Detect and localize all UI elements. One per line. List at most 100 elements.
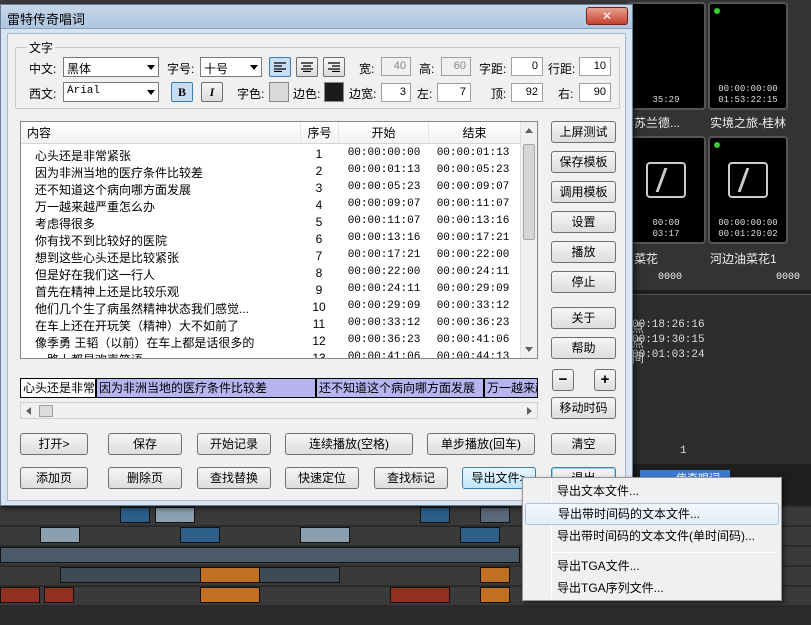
quick-locate-button[interactable]: 快速定位 xyxy=(285,467,359,489)
column-header-start[interactable]: 开始 xyxy=(339,122,429,144)
align-right-button[interactable] xyxy=(323,57,345,77)
strip-segment[interactable]: 心头还是非常紧张 xyxy=(21,379,97,397)
height-field[interactable]: 60 xyxy=(441,57,471,76)
timeline-clip[interactable] xyxy=(180,527,220,543)
table-row[interactable]: 考虑得很多 5 00:00:11:07 00:00:13:16 xyxy=(21,214,521,231)
strip-segment[interactable]: 还不知道这个病向哪方面发展 xyxy=(317,379,485,397)
subtitle-timeline-strip[interactable]: 心头还是非常紧张 因为非洲当地的医疗条件比较差 还不知道这个病向哪方面发展 万一… xyxy=(20,378,538,398)
bold-button[interactable]: B xyxy=(171,82,193,102)
timeline-clip[interactable] xyxy=(460,527,500,543)
minus-button[interactable]: − xyxy=(552,369,574,391)
timeline-clip[interactable] xyxy=(480,507,510,523)
timeline-clip[interactable] xyxy=(390,587,450,603)
column-header-number[interactable]: 序号 xyxy=(301,122,339,144)
scroll-left-icon[interactable] xyxy=(26,407,31,415)
scroll-down-icon[interactable] xyxy=(525,347,533,352)
table-row[interactable]: 一路上都是欢声笑语 13 00:00:41:06 00:00:44:13 xyxy=(21,350,521,358)
list-vertical-scrollbar[interactable] xyxy=(520,122,537,358)
subtitle-list[interactable]: 内容 序号 开始 结束 心头还是非常紧张 1 00:00:00:00 00:00:01… xyxy=(20,121,538,359)
screen-test-button[interactable]: 上屏测试 xyxy=(551,121,616,143)
row-end-time: 00:00:24:11 xyxy=(436,266,510,278)
about-button[interactable]: 关于 xyxy=(551,307,616,329)
table-row[interactable]: 他们几个生了病虽然精神状态我们感觉... 10 00:00:29:09 00:00:3… xyxy=(21,299,521,316)
load-template-button[interactable]: 调用模板 xyxy=(551,181,616,203)
menu-item-export-text-timecode[interactable]: 导出带时间码的文本文件... xyxy=(525,503,779,525)
timeline-clip[interactable] xyxy=(155,507,195,523)
menu-item-export-tga-sequence[interactable]: 导出TGA序列文件... xyxy=(525,577,779,599)
table-row[interactable]: 像季勇 王韬（以前）在车上都是话很多的 12 00:00:36:23 00:00:41… xyxy=(21,333,521,350)
table-row[interactable]: 你有找不到比较好的医院 6 00:00:13:16 00:00:17:21 xyxy=(21,231,521,248)
timeline-clip[interactable] xyxy=(300,527,350,543)
strip-horizontal-scrollbar[interactable] xyxy=(20,402,538,419)
close-button[interactable]: ✕ xyxy=(586,7,628,25)
line-spacing-field[interactable]: 10 xyxy=(579,57,611,76)
western-font-select[interactable]: Arial xyxy=(63,82,159,102)
font-size-select[interactable]: 十号 xyxy=(200,57,262,77)
stop-button[interactable]: 停止 xyxy=(551,271,616,293)
timeline-clip[interactable] xyxy=(480,587,510,603)
add-page-button[interactable]: 添加页 xyxy=(20,467,88,489)
scroll-up-icon[interactable] xyxy=(525,128,533,133)
delete-page-button[interactable]: 删除页 xyxy=(108,467,182,489)
thumbnail-label-2: 实境之旅-桂林 xyxy=(710,116,786,130)
left-margin-field[interactable]: 7 xyxy=(437,83,471,102)
save-button[interactable]: 保存 xyxy=(108,433,182,455)
chinese-font-select[interactable]: 黑体 xyxy=(63,57,159,77)
text-color-swatch[interactable] xyxy=(269,82,289,102)
right-margin-field[interactable]: 90 xyxy=(579,83,611,102)
single-step-button[interactable]: 单步播放(回车) xyxy=(427,433,535,455)
start-record-button[interactable]: 开始记录 xyxy=(197,433,271,455)
italic-button[interactable]: I xyxy=(201,82,223,102)
column-header-content[interactable]: 内容 xyxy=(21,122,301,144)
scrollbar-thumb[interactable] xyxy=(39,405,53,417)
find-mark-button[interactable]: 查找标记 xyxy=(374,467,448,489)
table-row[interactable]: 首先在精神上还是比较乐观 9 00:00:24:11 00:00:29:09 xyxy=(21,282,521,299)
table-row[interactable]: 还不知道这个病向哪方面发展 3 00:00:05:23 00:00:09:07 xyxy=(21,180,521,197)
menu-item-export-text-single-timecode[interactable]: 导出带时间码的文本文件(单时间码)... xyxy=(525,525,779,547)
timeline-clip[interactable] xyxy=(0,547,520,563)
timeline-clip[interactable] xyxy=(0,587,40,603)
align-left-button[interactable] xyxy=(269,57,291,77)
clear-button[interactable]: 清空 xyxy=(551,433,616,455)
media-thumbnail-4[interactable]: 00:00:00:00 00:01:20:02 xyxy=(708,136,788,246)
help-button[interactable]: 帮助 xyxy=(551,337,616,359)
scroll-right-icon[interactable] xyxy=(527,407,532,415)
settings-button[interactable]: 设置 xyxy=(551,211,616,233)
timeline-clip[interactable] xyxy=(200,587,260,603)
move-timecode-button[interactable]: 移动时码 xyxy=(551,397,616,419)
border-color-swatch[interactable] xyxy=(324,82,344,102)
timeline-clip[interactable] xyxy=(120,507,150,523)
align-center-button[interactable] xyxy=(296,57,318,77)
table-row[interactable]: 在车上还在开玩笑（精神）大不如前了 11 00:00:33:12 00:00:36:2… xyxy=(21,316,521,333)
play-button[interactable]: 播放 xyxy=(551,241,616,263)
menu-item-export-text[interactable]: 导出文本文件... xyxy=(525,480,779,502)
table-row[interactable]: 万一越来越严重怎么办 4 00:00:09:07 00:00:11:07 xyxy=(21,197,521,214)
timeline-clip[interactable] xyxy=(40,527,80,543)
table-row[interactable]: 心头还是非常紧张 1 00:00:00:00 00:00:01:13 xyxy=(21,146,521,163)
border-width-field[interactable]: 3 xyxy=(381,83,411,102)
continuous-play-button[interactable]: 连续播放(空格) xyxy=(285,433,413,455)
media-thumbnail-3[interactable]: 00:00 03:17 xyxy=(626,136,706,246)
table-row[interactable]: 因为非洲当地的医疗条件比较差 2 00:00:01:13 00:00:05:23 xyxy=(21,163,521,180)
plus-button[interactable]: + xyxy=(594,369,616,391)
timeline-clip[interactable] xyxy=(420,507,450,523)
timeline-clip[interactable] xyxy=(200,567,260,583)
column-header-end[interactable]: 结束 xyxy=(429,122,521,144)
timeline-clip[interactable] xyxy=(44,587,74,603)
dialog-titlebar[interactable]: 雷特传奇唱词 ✕ xyxy=(1,5,632,29)
media-thumbnail-1[interactable]: 35:29 xyxy=(626,2,706,112)
strip-segment[interactable]: 因为非洲当地的医疗条件比较差 xyxy=(97,379,317,397)
timeline-clip[interactable] xyxy=(480,567,510,583)
media-thumbnail-2[interactable]: 00:00:00:00 01:53:22:15 xyxy=(708,2,788,112)
scrollbar-thumb[interactable] xyxy=(523,144,535,240)
top-margin-field[interactable]: 92 xyxy=(511,83,543,102)
width-field[interactable]: 40 xyxy=(381,57,411,76)
find-replace-button[interactable]: 查找替换 xyxy=(197,467,271,489)
strip-segment[interactable]: 万一越来越严重怎么办 xyxy=(485,379,537,397)
char-spacing-field[interactable]: 0 xyxy=(511,57,543,76)
menu-item-export-tga[interactable]: 导出TGA文件... xyxy=(525,555,779,577)
save-template-button[interactable]: 保存模板 xyxy=(551,151,616,173)
open-button[interactable]: 打开> xyxy=(20,433,88,455)
table-row[interactable]: 想到这些心头还是比较紧张 7 00:00:17:21 00:00:22:00 xyxy=(21,248,521,265)
table-row[interactable]: 但是好在我们这一行人 8 00:00:22:00 00:00:24:11 xyxy=(21,265,521,282)
